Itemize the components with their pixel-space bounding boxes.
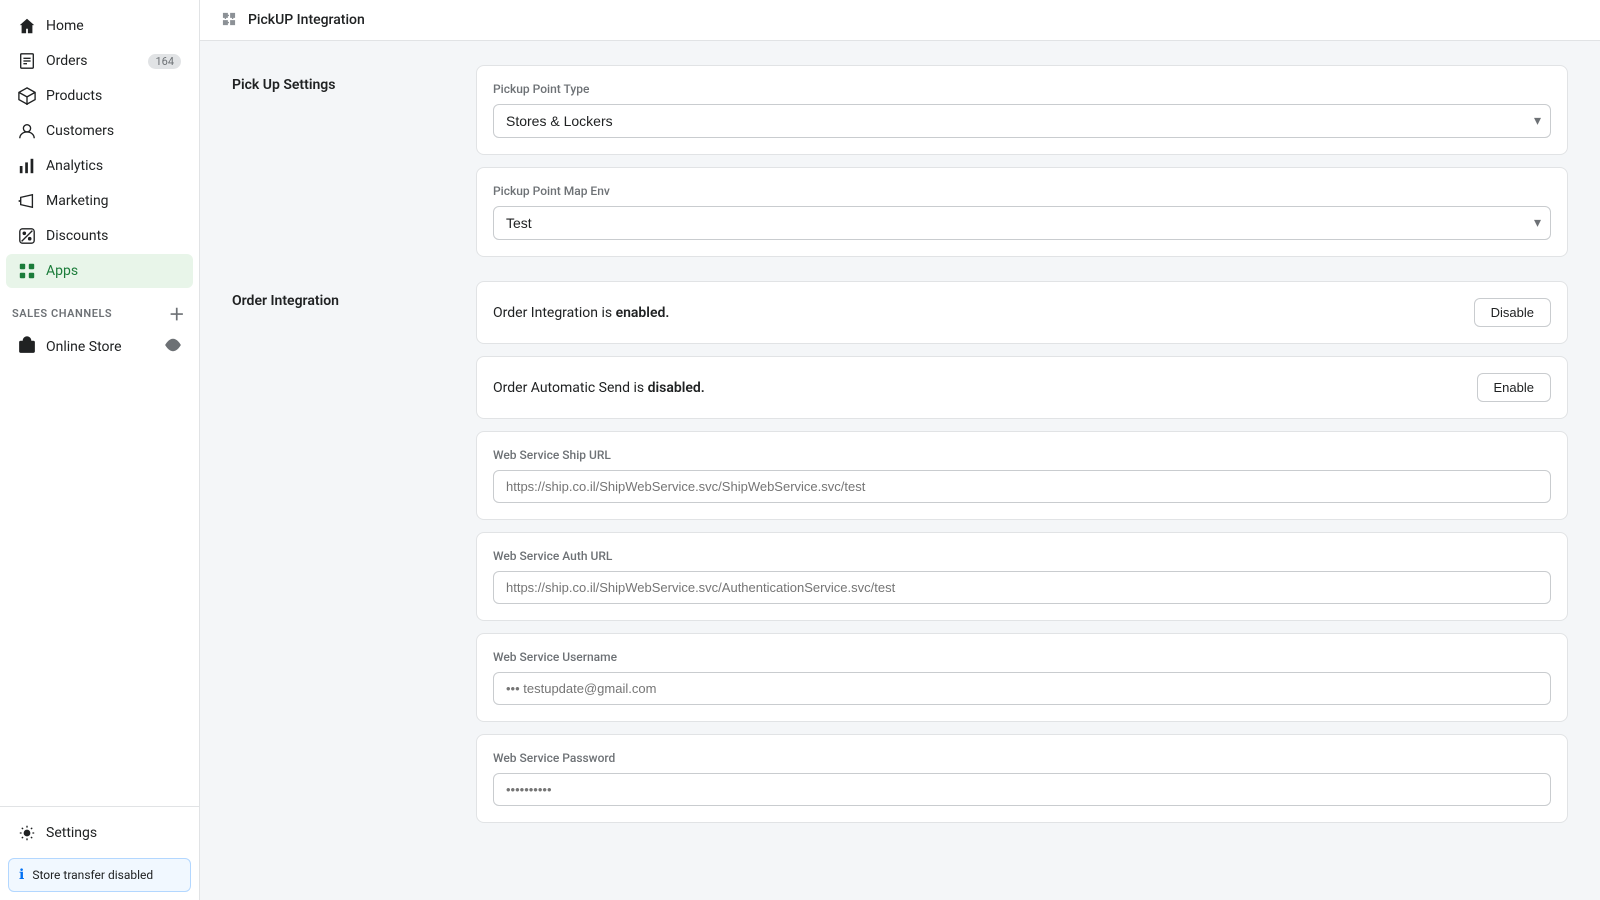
pickup-point-type-label: Pickup Point Type xyxy=(493,82,1551,96)
sidebar-item-orders[interactable]: Orders 164 xyxy=(6,44,193,78)
sidebar-item-customers-label: Customers xyxy=(46,123,114,139)
sidebar: Home Orders 164 Products Customers xyxy=(0,0,200,900)
customers-icon xyxy=(18,122,36,140)
orders-icon xyxy=(18,52,36,70)
store-transfer-label: Store transfer disabled xyxy=(32,868,153,882)
sidebar-item-discounts[interactable]: Discounts xyxy=(6,219,193,253)
sidebar-item-apps[interactable]: Apps xyxy=(6,254,193,288)
sidebar-item-customers[interactable]: Customers xyxy=(6,114,193,148)
web-service-username-card: Web Service Username xyxy=(476,633,1568,722)
sidebar-item-marketing[interactable]: Marketing xyxy=(6,184,193,218)
sidebar-item-analytics[interactable]: Analytics xyxy=(6,149,193,183)
pickup-settings-section: Pick Up Settings Pickup Point Type Store… xyxy=(232,65,1568,257)
sidebar-item-settings-label: Settings xyxy=(46,825,97,841)
web-service-username-input[interactable] xyxy=(493,672,1551,705)
sidebar-item-products-label: Products xyxy=(46,88,102,104)
web-service-password-input[interactable] xyxy=(493,773,1551,806)
content-area: Pick Up Settings Pickup Point Type Store… xyxy=(200,41,1600,900)
pickup-point-map-env-label: Pickup Point Map Env xyxy=(493,184,1551,198)
sidebar-item-home-label: Home xyxy=(46,18,84,34)
analytics-icon xyxy=(18,157,36,175)
sidebar-item-orders-label: Orders xyxy=(46,53,88,69)
eye-icon[interactable] xyxy=(165,337,181,357)
home-icon xyxy=(18,17,36,35)
pickup-settings-cards: Pickup Point Type Stores & Lockers Store… xyxy=(476,65,1568,257)
sidebar-item-online-store-label: Online Store xyxy=(46,339,122,355)
web-service-ship-url-label: Web Service Ship URL xyxy=(493,448,1551,462)
disable-order-integration-button[interactable]: Disable xyxy=(1474,298,1551,327)
order-integration-status-card: Order Integration is enabled. Disable xyxy=(476,281,1568,344)
order-integration-prefix: Order Integration is xyxy=(493,305,612,321)
order-automatic-send-status-text: Order Automatic Send is disabled. xyxy=(493,380,705,396)
sidebar-item-marketing-label: Marketing xyxy=(46,193,109,209)
sidebar-item-apps-label: Apps xyxy=(46,263,78,279)
sidebar-bottom: Settings ℹ Store transfer disabled xyxy=(0,806,199,900)
order-integration-status-row: Order Integration is enabled. Disable xyxy=(493,298,1551,327)
order-automatic-send-row: Order Automatic Send is disabled. Enable xyxy=(493,373,1551,402)
web-service-ship-url-card: Web Service Ship URL xyxy=(476,431,1568,520)
topbar: PickUP Integration xyxy=(200,0,1600,41)
apps-icon xyxy=(18,262,36,280)
sidebar-item-settings[interactable]: Settings xyxy=(6,816,193,850)
online-store-icon xyxy=(18,336,36,358)
sidebar-item-online-store[interactable]: Online Store xyxy=(6,328,193,366)
pickup-settings-label: Pick Up Settings xyxy=(232,65,452,257)
web-service-auth-url-card: Web Service Auth URL xyxy=(476,532,1568,621)
web-service-auth-url-label: Web Service Auth URL xyxy=(493,549,1551,563)
sidebar-item-home[interactable]: Home xyxy=(6,9,193,43)
topbar-app-icon xyxy=(220,10,240,30)
sales-channels-label: SALES CHANNELS xyxy=(12,307,112,320)
web-service-password-label: Web Service Password xyxy=(493,751,1551,765)
settings-icon xyxy=(18,824,36,842)
pickup-point-map-env-select[interactable]: Test Production xyxy=(493,206,1551,240)
marketing-icon xyxy=(18,192,36,210)
topbar-title: PickUP Integration xyxy=(248,12,365,28)
enable-order-automatic-send-button[interactable]: Enable xyxy=(1477,373,1551,402)
add-sales-channel-icon[interactable]: ＋ xyxy=(167,303,187,323)
order-integration-cards: Order Integration is enabled. Disable Or… xyxy=(476,281,1568,823)
discounts-icon xyxy=(18,227,36,245)
web-service-auth-url-input[interactable] xyxy=(493,571,1551,604)
order-automatic-send-card: Order Automatic Send is disabled. Enable xyxy=(476,356,1568,419)
products-icon xyxy=(18,87,36,105)
pickup-point-type-select-wrapper: Stores & Lockers Stores Only Lockers Onl… xyxy=(493,104,1551,138)
order-integration-status-text: Order Integration is enabled. xyxy=(493,305,669,321)
sidebar-item-products[interactable]: Products xyxy=(6,79,193,113)
pickup-point-map-env-card: Pickup Point Map Env Test Production ▾ xyxy=(476,167,1568,257)
pickup-point-type-select[interactable]: Stores & Lockers Stores Only Lockers Onl… xyxy=(493,104,1551,138)
sidebar-nav: Home Orders 164 Products Customers xyxy=(0,0,199,806)
pickup-point-type-card: Pickup Point Type Stores & Lockers Store… xyxy=(476,65,1568,155)
order-integration-section: Order Integration Order Integration is e… xyxy=(232,281,1568,823)
sales-channels-section-header: SALES CHANNELS ＋ xyxy=(0,289,199,327)
order-automatic-send-prefix: Order Automatic Send is xyxy=(493,380,644,396)
web-service-username-label: Web Service Username xyxy=(493,650,1551,664)
orders-badge: 164 xyxy=(148,54,181,69)
pickup-point-map-env-select-wrapper: Test Production ▾ xyxy=(493,206,1551,240)
order-automatic-send-status-word: disabled. xyxy=(648,380,705,396)
sidebar-item-analytics-label: Analytics xyxy=(46,158,103,174)
web-service-password-card: Web Service Password xyxy=(476,734,1568,823)
info-icon: ℹ xyxy=(19,867,24,883)
main-area: PickUP Integration Pick Up Settings Pick… xyxy=(200,0,1600,900)
sidebar-item-discounts-label: Discounts xyxy=(46,228,108,244)
order-integration-label: Order Integration xyxy=(232,281,452,823)
order-integration-status-word: enabled. xyxy=(616,305,670,321)
web-service-ship-url-input[interactable] xyxy=(493,470,1551,503)
store-transfer-banner: ℹ Store transfer disabled xyxy=(8,858,191,892)
